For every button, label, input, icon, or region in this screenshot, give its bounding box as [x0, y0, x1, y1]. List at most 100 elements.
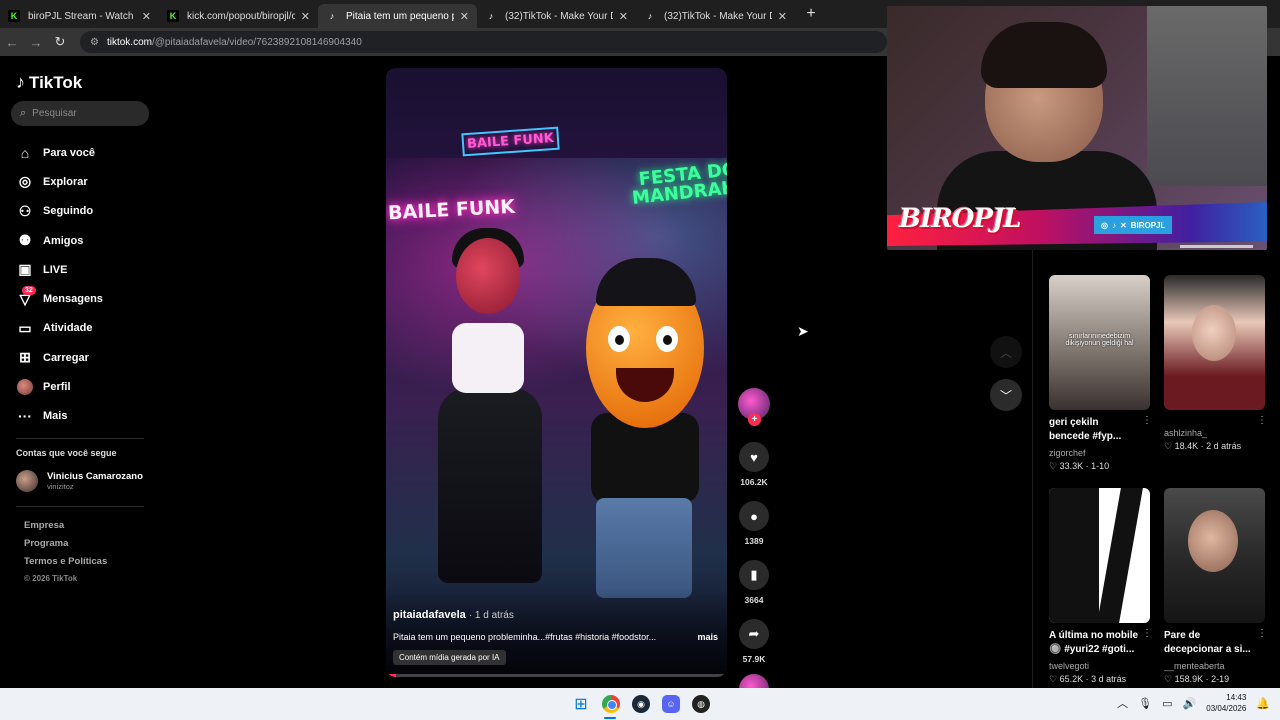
new-tab-button[interactable]: +	[801, 5, 821, 23]
video-thumbnail[interactable]	[1049, 488, 1150, 623]
footer-link-programa[interactable]: Programa	[24, 538, 107, 556]
follow-plus-icon[interactable]: +	[748, 413, 761, 426]
video-thumbnail[interactable]: sınırlarınınedebizim dikişiyonun geldiği…	[1049, 275, 1150, 410]
chrome-taskbar-button[interactable]	[601, 694, 621, 714]
more-options-icon[interactable]: ⋮	[1257, 415, 1267, 426]
tiktok-logo-icon: ♪	[16, 72, 25, 92]
next-video-button[interactable]: ﹀	[990, 379, 1022, 411]
footer-link-termos[interactable]: Termos e Políticas	[24, 556, 107, 574]
suggested-video-meta: ♡ 33.3K · 1-10	[1049, 461, 1110, 471]
mouse-cursor-icon: ➤	[797, 323, 809, 339]
caption-more-button[interactable]: mais	[697, 632, 718, 642]
video-progress-bar[interactable]	[386, 674, 727, 677]
obs-taskbar-button[interactable]: ◍	[691, 694, 711, 714]
sidebar-item-carregar[interactable]: ⊞ Carregar	[16, 343, 103, 372]
forward-icon[interactable]: →	[24, 35, 48, 50]
close-tab-icon[interactable]: ✕	[142, 10, 151, 23]
close-tab-icon[interactable]: ✕	[619, 10, 628, 23]
share-button[interactable]: ➦ 57.9K	[736, 619, 772, 664]
tab-title: (32)TikTok - Make Your Day	[505, 10, 613, 22]
system-clock[interactable]: 14:43 03/04/2026	[1206, 692, 1246, 714]
sidebar-item-live[interactable]: ▣ LIVE	[16, 255, 103, 284]
obs-icon: ◍	[692, 695, 710, 713]
sidebar-item-mensagens[interactable]: ▽ 32 Mensagens	[16, 284, 103, 313]
browser-tab[interactable]: ♪ (32)TikTok - Make Your Day ✕	[636, 4, 795, 28]
site-info-icon[interactable]: ⚙	[90, 37, 99, 48]
save-button[interactable]: ▮ 3664	[736, 560, 772, 605]
sidebar-item-para-voce[interactable]: ⌂ Para você	[16, 138, 103, 167]
more-icon: ···	[18, 408, 32, 425]
suggested-video-user[interactable]: twelvegoti	[1049, 661, 1150, 671]
suggested-video-title[interactable]: A última no mobile 🔘 #yuri22 #goti...	[1049, 629, 1150, 659]
close-tab-icon[interactable]: ✕	[778, 10, 787, 23]
suggested-video-meta: ♡ 18.4K · 2 d atrás	[1164, 441, 1242, 451]
sidebar-item-amigos[interactable]: ⚉ Amigos	[16, 226, 103, 255]
video-author[interactable]: pitaiadafavela · 1 d atrás	[393, 609, 514, 621]
chevron-up-icon: ︿	[999, 345, 1012, 360]
suggested-video-user[interactable]: zigorchef	[1049, 448, 1150, 458]
suggested-video[interactable]: sınırlarınınedebizim dikişiyonun geldiği…	[1049, 275, 1152, 472]
sidebar-item-seguindo[interactable]: ⚇ Seguindo	[16, 197, 103, 226]
sidebar-item-explorar[interactable]: ◎ Explorar	[16, 167, 103, 196]
sidebar-item-perfil[interactable]: Perfil	[16, 372, 103, 401]
tiktok-logo[interactable]: ♪ TikTok	[16, 72, 82, 93]
discord-taskbar-button[interactable]: ☺	[661, 694, 681, 714]
browser-tab-active[interactable]: ♪ Pitaia tem um pequeno problema ✕	[318, 4, 477, 28]
sidebar-item-label: LIVE	[43, 263, 68, 276]
footer-link-empresa[interactable]: Empresa	[24, 520, 107, 538]
like-button[interactable]: ♥ 106.2K	[736, 442, 772, 487]
network-icon[interactable]: ▭	[1162, 697, 1172, 710]
suggested-video[interactable]: Pare de decepcionar a si... ⋮ __menteabe…	[1164, 488, 1267, 685]
sidebar-item-label: Explorar	[43, 175, 88, 188]
windows-start-icon[interactable]: ⊞	[571, 694, 591, 714]
suggested-video-title[interactable]: geri çekiln bencede #fyp...	[1049, 416, 1150, 446]
social-handle: BIROPJL	[1130, 220, 1166, 230]
suggested-video-title[interactable]: Pare de decepcionar a si...	[1164, 629, 1265, 659]
compass-icon: ◎	[18, 173, 32, 190]
author-name[interactable]: pitaiadafavela	[393, 609, 466, 621]
video-player[interactable]: BAILE FUNK BAILE FUNK FESTA DO MANDRAKE …	[386, 68, 727, 677]
previous-video-button[interactable]: ︿	[990, 336, 1022, 368]
browser-tab[interactable]: K biroPJL Stream - Watch Live on Kick ✕	[0, 4, 159, 28]
chrome-icon	[602, 695, 620, 713]
more-options-icon[interactable]: ⋮	[1142, 628, 1152, 639]
thumbnail-caption: sınırlarınınedebizim dikişiyonun geldiği…	[1065, 333, 1134, 347]
video-thumbnail[interactable]	[1164, 275, 1265, 410]
close-tab-icon[interactable]: ✕	[460, 10, 469, 23]
video-thumbnail[interactable]	[1164, 488, 1265, 623]
following-icon: ⚇	[18, 202, 32, 219]
sidebar-item-atividade[interactable]: ▭ Atividade	[16, 314, 103, 343]
divider	[1032, 250, 1033, 688]
url-field[interactable]: ⚙ tiktok.com/@pitaiadafavela/video/76238…	[80, 31, 887, 53]
copyright: © 2026 TikTok	[24, 574, 78, 583]
kick-icon: K	[8, 10, 20, 22]
chevron-up-icon[interactable]: ︿	[1117, 695, 1128, 711]
creator-avatar[interactable]: +	[738, 388, 770, 426]
notification-icon[interactable]: 🔔	[1256, 697, 1270, 710]
microphone-icon[interactable]: 🎙	[1138, 697, 1152, 710]
close-tab-icon[interactable]: ✕	[301, 10, 310, 23]
steam-taskbar-button[interactable]: ◉	[631, 694, 651, 714]
caption-text: Pitaia tem um pequeno probleminha...#fru…	[393, 632, 657, 642]
browser-tab[interactable]: K kick.com/popout/biropjl/chat ✕	[159, 4, 318, 28]
browser-tab[interactable]: ♪ (32)TikTok - Make Your Day ✕	[477, 4, 636, 28]
more-options-icon[interactable]: ⋮	[1257, 628, 1267, 639]
comment-button[interactable]: ● 1389	[736, 501, 772, 546]
video-caption: Pitaia tem um pequeno probleminha...#fru…	[393, 632, 718, 642]
reload-icon[interactable]: ↻	[48, 34, 72, 50]
volume-icon[interactable]: 🔊	[1183, 697, 1197, 710]
more-options-icon[interactable]: ⋮	[1142, 415, 1152, 426]
search-input[interactable]: ⌕ Pesquisar	[11, 101, 149, 126]
followed-account[interactable]: Vinicius Camarozano vinizitoz	[16, 470, 143, 492]
suggested-video[interactable]: ⋮ ashlzinha_ ♡ 18.4K · 2 d atrás	[1164, 275, 1267, 452]
suggested-video[interactable]: A última no mobile 🔘 #yuri22 #goti... ⋮ …	[1049, 488, 1152, 685]
suggested-video-user[interactable]: __menteaberta	[1164, 661, 1265, 671]
sidebar-item-mais[interactable]: ··· Mais	[16, 402, 103, 431]
search-placeholder: Pesquisar	[32, 108, 77, 119]
taskbar-apps: ⊞ ◉ ☺ ◍	[571, 694, 711, 714]
back-icon[interactable]: ←	[0, 35, 24, 50]
video-progress-fill	[386, 674, 397, 677]
suggested-video-user[interactable]: ashlzinha_	[1164, 428, 1265, 438]
messages-badge: 32	[22, 286, 36, 296]
webcam-background	[1147, 6, 1267, 186]
